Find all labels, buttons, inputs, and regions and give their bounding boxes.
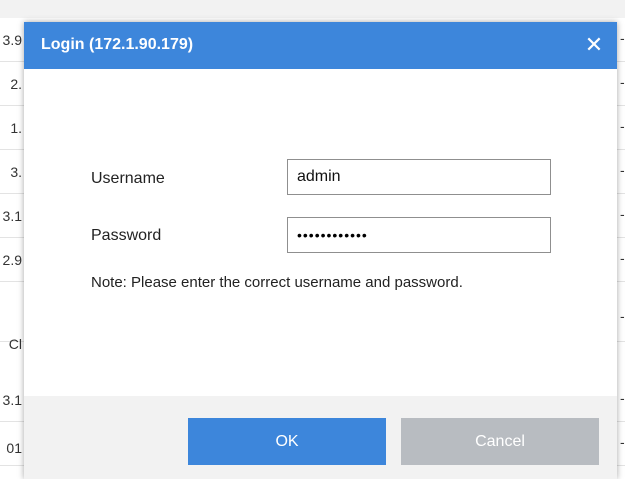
login-dialog: Login (172.1.90.179) ✕ Username Password…: [24, 22, 617, 479]
username-input[interactable]: [287, 159, 551, 195]
list-item-value: 3.9: [2, 32, 22, 48]
list-item-value: 01: [6, 440, 22, 456]
dialog-footer: OK Cancel: [24, 396, 617, 479]
list-item-trailing: -: [620, 434, 625, 450]
username-label: Username: [91, 170, 165, 187]
cancel-button[interactable]: Cancel: [401, 418, 599, 465]
list-item-trailing: -: [620, 390, 625, 406]
list-item-trailing: -: [620, 118, 625, 134]
list-item-trailing: -: [620, 308, 625, 324]
list-item-trailing: -: [620, 30, 625, 46]
dialog-titlebar: Login (172.1.90.179) ✕: [24, 22, 617, 69]
list-item-value: 2.9: [2, 252, 22, 268]
password-label: Password: [91, 227, 162, 244]
list-item-trailing: -: [620, 206, 625, 222]
password-input[interactable]: [287, 217, 551, 253]
list-item-trailing: -: [620, 250, 625, 266]
list-item-value: 3.1: [2, 392, 22, 408]
list-item-value: .3: [10, 164, 22, 180]
list-item-value: Cl: [8, 336, 22, 352]
ok-button[interactable]: OK: [188, 418, 386, 465]
list-item-value: .2: [10, 76, 22, 92]
close-icon[interactable]: ✕: [583, 32, 605, 58]
list-item-value: 3.1: [2, 208, 22, 224]
list-item-trailing: -: [620, 162, 625, 178]
background-header: [0, 0, 625, 18]
list-item-value: .1: [10, 120, 22, 136]
login-note: Note: Please enter the correct username …: [91, 274, 463, 291]
dialog-title: Login (172.1.90.179): [41, 36, 194, 53]
list-item-trailing: -: [620, 74, 625, 90]
